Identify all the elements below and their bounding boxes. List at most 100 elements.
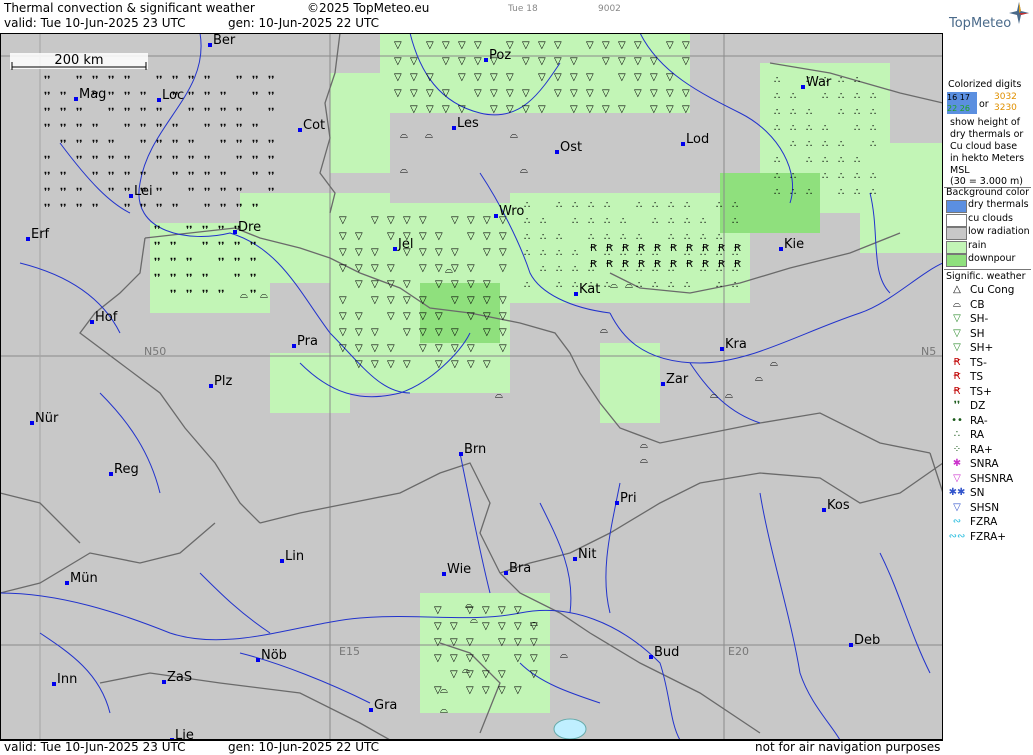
city-marker [649, 655, 653, 659]
shower-icon: ▽ [403, 327, 411, 338]
grid-label-e15: E15 [339, 645, 360, 658]
drizzle-icon: ❜❜ [218, 241, 224, 252]
drizzle-icon: ❜❜ [156, 123, 162, 134]
shower-icon: ▽ [602, 88, 610, 99]
shower-icon: ▽ [403, 359, 411, 370]
city-label-mün: Mün [70, 571, 98, 586]
shower-icon: ▽ [538, 104, 546, 115]
drizzle-icon: ❜❜ [44, 187, 50, 198]
drizzle-icon: ❜❜ [140, 123, 146, 134]
rain-icon: ∴ [790, 171, 796, 182]
bg-label-0: dry thermals [968, 199, 1029, 210]
sig-label-4: SH+ [970, 342, 994, 354]
sig-label-5: TS- [970, 356, 987, 369]
drizzle-icon: ❜❜ [220, 91, 226, 102]
rain-icon: ∴ [524, 232, 530, 243]
rain-icon: ∴ [774, 107, 780, 118]
cb-icon: ⌓ [520, 165, 528, 176]
shower-icon: ▽ [666, 104, 674, 115]
rain-icon: ∴ [572, 248, 578, 259]
rain-icon: ∴ [524, 280, 530, 291]
shower-icon: ▽ [434, 605, 442, 616]
city-label-nöb: Nöb [261, 648, 287, 663]
city-marker [26, 237, 30, 241]
drizzle-icon: ❜❜ [252, 139, 258, 150]
shower-icon: ▽ [530, 637, 538, 648]
cb-icon: ⌓ [710, 390, 718, 401]
rain-icon: ∴ [556, 200, 562, 211]
city-marker [615, 501, 619, 505]
drizzle-icon: ❜❜ [188, 155, 194, 166]
shower-icon: ▽ [434, 653, 442, 664]
shower-icon: ▽ [355, 359, 363, 370]
shower-icon: ▽ [394, 56, 402, 67]
drizzle-icon: ❜❜ [172, 75, 178, 86]
rain-icon: ∴ [620, 216, 626, 227]
shower-icon: ▽ [499, 295, 507, 306]
drizzle-icon: ❜❜ [172, 171, 178, 182]
thunderstorm-icon: Ꞧ [718, 259, 725, 270]
drizzle-icon: ❜❜ [220, 139, 226, 150]
day-label: Tue 18 [508, 4, 538, 14]
shower-icon: ▽ [442, 56, 450, 67]
shower-icon: ▽ [570, 56, 578, 67]
drizzle-icon: ❜❜ [218, 225, 224, 236]
drizzle-icon: ❜❜ [268, 187, 274, 198]
shower-icon: ▽ [482, 653, 490, 664]
shower-icon: ▽ [387, 231, 395, 242]
shower-icon: ▽ [410, 104, 418, 115]
footer-valid: valid: Tue 10-Jun-2025 23 UTC [4, 740, 186, 754]
sig-fzra--icon: ∾∾ [948, 530, 966, 542]
rain-icon: ∴ [684, 232, 690, 243]
shower-icon: ▽ [371, 263, 379, 274]
drizzle-icon: ❜❜ [108, 155, 114, 166]
drizzle-icon: ❜❜ [252, 171, 258, 182]
shower-icon: ▽ [554, 40, 562, 51]
sig-label-14: SN [970, 487, 985, 499]
shower-icon: ▽ [467, 263, 475, 274]
shower-icon: ▽ [666, 88, 674, 99]
shower-icon: ▽ [426, 88, 434, 99]
topmeteo-logo: TopMeteo [943, 0, 1033, 33]
shower-icon: ▽ [355, 231, 363, 242]
shower-icon: ▽ [666, 40, 674, 51]
drizzle-icon: ❜❜ [202, 241, 208, 252]
shower-icon: ▽ [506, 88, 514, 99]
drizzle-icon: ❜❜ [154, 225, 160, 236]
shower-icon: ▽ [419, 343, 427, 354]
colorized-digits-legend: Colorized digits 16 17 22 26 or 3032 323… [944, 77, 1031, 188]
drizzle-icon: ❜❜ [250, 289, 256, 300]
weather-map[interactable]: ▽ ▽ ▽ ▽ ▽ ▽ ▽ ▽ ▽ ▽ ▽ ▽ ▽ ▽ ▽ ▽ ▽ ▽ ▽ ▽ ▽ ▽ ▽ ▽ ▽ ▽ ▽ ▽ ▽ ▽ ▽ ▽ ▽ ▽ ▽ ▽ ▽ ▽ ▽ ▽… [0, 33, 943, 740]
rain-icon: ∴ [732, 280, 738, 291]
rain-icon: ∴ [790, 123, 796, 134]
shower-icon: ▽ [339, 311, 347, 322]
thunderstorm-icon: Ꞧ [622, 259, 629, 270]
drizzle-icon: ❜❜ [236, 155, 242, 166]
rain-icon: ∴ [774, 171, 780, 182]
shower-icon: ▽ [499, 231, 507, 242]
drizzle-icon: ❜❜ [76, 155, 82, 166]
rain-icon: ∴ [700, 232, 706, 243]
sig-label-12: SNRA [970, 458, 999, 470]
city-marker [555, 150, 559, 154]
map-canvas[interactable]: ▽ ▽ ▽ ▽ ▽ ▽ ▽ ▽ ▽ ▽ ▽ ▽ ▽ ▽ ▽ ▽ ▽ ▽ ▽ ▽ ▽ ▽ ▽ ▽ ▽ ▽ ▽ ▽ ▽ ▽ ▽ ▽ ▽ ▽ ▽ ▽ ▽ ▽ ▽ ▽… [0, 33, 943, 740]
cb-icon: ⌓ [640, 440, 648, 451]
city-label-hof: Hof [95, 310, 118, 325]
drizzle-icon: ❜❜ [156, 155, 162, 166]
shower-icon: ▽ [387, 311, 395, 322]
drizzle-icon: ❜❜ [172, 155, 178, 166]
city-label-nür: Nür [35, 411, 59, 426]
shower-icon: ▽ [682, 40, 690, 51]
drizzle-icon: ❜❜ [268, 139, 274, 150]
shower-icon: ▽ [458, 56, 466, 67]
shower-icon: ▽ [554, 56, 562, 67]
rain-icon: ∴ [556, 280, 562, 291]
drizzle-icon: ❜❜ [108, 171, 114, 182]
shower-icon: ▽ [618, 72, 626, 83]
shower-icon: ▽ [499, 263, 507, 274]
cb-icon: ⌓ [465, 600, 473, 611]
footer-gen: gen: 10-Jun-2025 22 UTC [228, 740, 380, 754]
sig-sn-icon: ✱✱ [948, 487, 966, 498]
drizzle-icon: ❜❜ [202, 289, 208, 300]
shower-icon: ▽ [474, 56, 482, 67]
